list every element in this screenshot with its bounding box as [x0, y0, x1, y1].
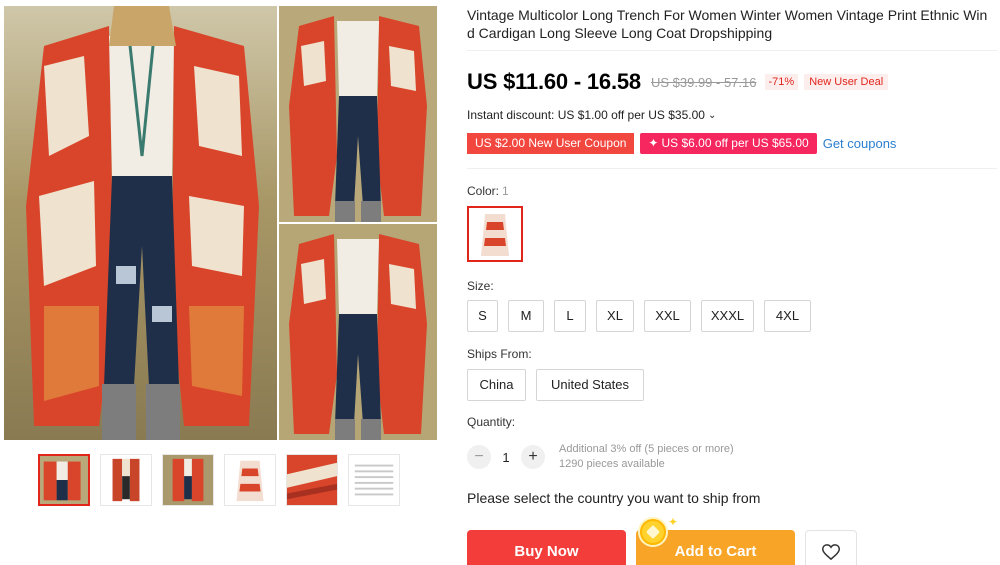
color-label: Color: — [467, 184, 500, 198]
store-coupon-label: US $6.00 off per US $65.00 — [661, 135, 809, 150]
quantity-label: Quantity: — [467, 415, 516, 429]
instant-discount-text: Instant discount: US $1.00 off per US $3… — [467, 108, 705, 122]
thumbnail-6[interactable] — [348, 454, 400, 506]
get-coupons-link[interactable]: Get coupons — [823, 136, 897, 151]
side-product-image-top[interactable] — [279, 6, 437, 222]
coin-icon — [640, 519, 666, 545]
ship-option-china[interactable]: China — [467, 369, 526, 401]
chevron-down-icon: ⌄ — [707, 109, 717, 121]
title-divider — [467, 50, 997, 51]
store-coupon[interactable]: ✦ US $6.00 off per US $65.00 — [640, 132, 817, 154]
size-option-xxxl[interactable]: XXXL — [701, 300, 754, 332]
heart-icon — [821, 544, 841, 561]
section-divider — [467, 168, 997, 169]
product-info: Vintage Multicolor Long Trench For Women… — [467, 6, 997, 51]
ships-from-label: Ships From: — [467, 347, 532, 361]
size-option-xxl[interactable]: XXL — [644, 300, 691, 332]
quantity-increase-button[interactable]: + — [521, 445, 545, 469]
sparkle-icon: ✦ — [648, 135, 659, 150]
size-option-s[interactable]: S — [467, 300, 498, 332]
main-product-image[interactable] — [4, 6, 277, 440]
size-option-m[interactable]: M — [508, 300, 544, 332]
product-title: Vintage Multicolor Long Trench For Women… — [467, 7, 988, 41]
side-product-image-bottom[interactable] — [279, 224, 437, 440]
quantity-decrease-button[interactable]: − — [467, 445, 491, 469]
size-label: Size: — [467, 279, 494, 293]
thumbnail-1[interactable] — [38, 454, 90, 506]
size-option-4xl[interactable]: 4XL — [764, 300, 811, 332]
stock-available: 1290 pieces available — [559, 458, 665, 470]
thumbnail-5[interactable] — [286, 454, 338, 506]
size-option-l[interactable]: L — [554, 300, 586, 332]
new-user-coupon[interactable]: US $2.00 New User Coupon — [467, 130, 635, 156]
color-swatch-multicolor[interactable] — [467, 206, 523, 262]
original-price: US $39.99 - 57.16 — [650, 74, 757, 90]
sparkle-icon: ✦ — [668, 515, 679, 529]
quantity-note: Additional 3% off (5 pieces or more) 129… — [559, 442, 734, 472]
product-gallery — [4, 6, 437, 440]
ship-option-united-states[interactable]: United States — [536, 369, 644, 401]
shipping-prompt: Please select the country you want to sh… — [467, 490, 761, 506]
coupon-row: US $2.00 New User Coupon ✦ US $6.00 off p… — [467, 130, 897, 156]
new-user-deal-badge: New User Deal — [804, 74, 889, 90]
size-options: S M L XL XXL XXXL 4XL — [467, 300, 821, 332]
price-row: US $11.60 - 16.58 US $39.99 - 57.16 -71%… — [467, 68, 889, 96]
instant-discount[interactable]: Instant discount: US $1.00 off per US $3… — [467, 108, 716, 122]
color-label-row: Color: 1 — [467, 184, 509, 198]
quantity-stepper: − 1 + Additional 3% off (5 pieces or mor… — [467, 442, 734, 472]
ships-from-options: China United States — [467, 369, 654, 401]
bulk-discount-note: Additional 3% off (5 pieces or more) — [559, 443, 734, 455]
wishlist-button[interactable] — [805, 530, 857, 565]
buy-now-button[interactable]: Buy Now — [467, 530, 626, 565]
quantity-value[interactable]: 1 — [491, 450, 521, 465]
thumbnail-4[interactable] — [224, 454, 276, 506]
current-price: US $11.60 - 16.58 — [467, 69, 641, 94]
discount-badge: -71% — [764, 74, 799, 90]
color-count: 1 — [502, 184, 509, 198]
size-option-xl[interactable]: XL — [596, 300, 634, 332]
thumbnail-3[interactable] — [162, 454, 214, 506]
thumbnail-strip — [38, 454, 408, 506]
thumbnail-2[interactable] — [100, 454, 152, 506]
